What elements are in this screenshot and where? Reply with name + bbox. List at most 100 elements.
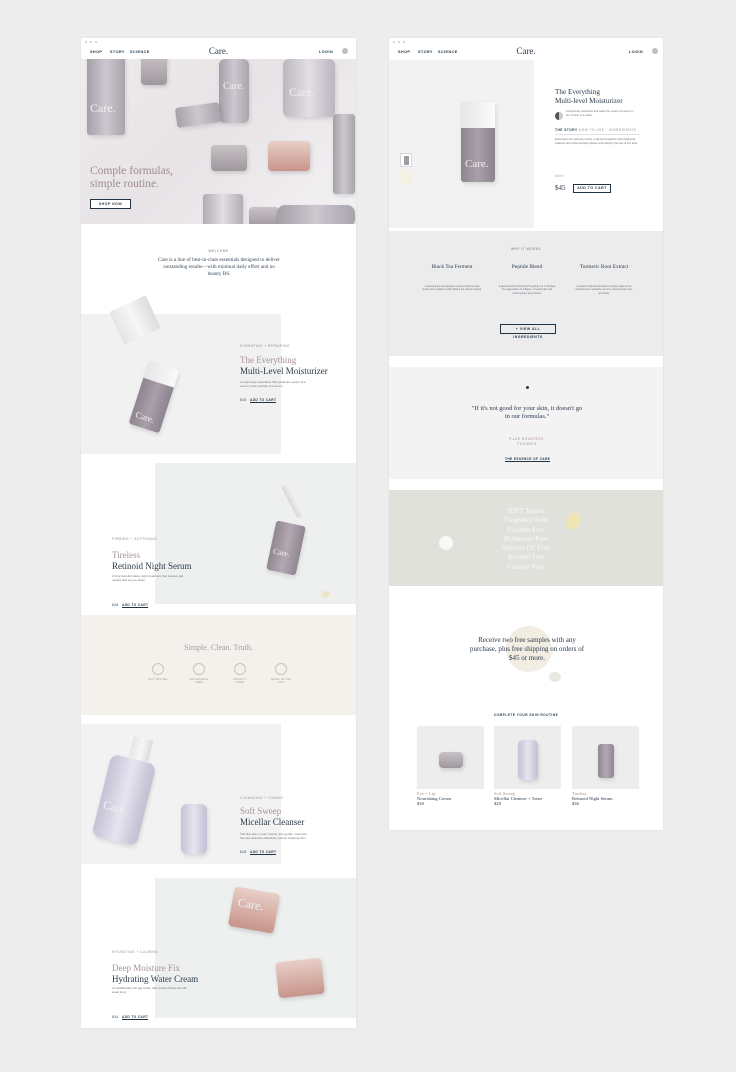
ingredient-name: Black Tea Ferment [431,264,473,270]
routine-card-image[interactable] [572,726,639,789]
dropper-bottle [174,102,222,128]
ingredient-desc: A powerful natural antioxidant to protec… [575,285,633,295]
ingredient-name: Turmeric Root Extract [579,264,629,270]
routine-title: COMPLETE YOUR SKIN ROUTINE [493,713,559,717]
window-dots [393,41,405,43]
welcome-section: WELCOME Care is a line of best-in-class … [81,224,356,312]
quote-icon [526,386,529,389]
ingredients-section: WHY IT WORKS Black Tea Ferment Peptide B… [389,231,663,356]
product-desc: An additionally rich gel cream that revi… [112,986,187,994]
samples-section: Receive two free samples with any purcha… [389,586,663,696]
quote-text: "If it's not good for your skin, it does… [471,405,583,420]
add-to-cart-link[interactable]: ADD TO CART [250,398,277,403]
made-in-usa-icon [275,663,287,675]
free-item: Alcohol Free [507,553,545,562]
top-nav: SHOP STORY SCIENCE Care. LOGIN [81,46,356,60]
nav-story[interactable]: STORY [110,50,125,54]
badge-label: CRUELTY FREE [232,678,247,684]
detail-title: The Everything Multi-level Moisturizer [555,88,623,105]
nav-login[interactable]: LOGIN [319,50,333,54]
logo[interactable]: Care. [516,46,535,56]
nav-shop[interactable]: SHOP [90,50,102,54]
cart-icon[interactable] [342,48,348,54]
nav-science[interactable]: SCIENCE [130,50,150,54]
routine-section: COMPLETE YOUR SKIN ROUTINE Eye + Lip Nour… [389,700,663,830]
badge-label: NOT TESTED [148,678,168,681]
product-page-mockup: SHOP STORY SCIENCE Care. LOGIN Care. The… [389,38,663,830]
detail-price: $45 [555,184,566,192]
cleanser-bottle-small [181,804,207,854]
tab-how-to-use[interactable]: HOW TO USE [579,128,604,132]
nav-shop[interactable]: SHOP [398,50,410,54]
product-kicker: HYDRATING + REPAIRING [240,344,290,348]
cart-icon[interactable] [652,48,658,54]
nav-science[interactable]: SCIENCE [438,50,458,54]
product-title: Deep Moisture Fix Hydrating Water Cream [112,963,199,984]
routine-card-image[interactable] [417,726,484,789]
nav-story[interactable]: STORY [418,50,433,54]
product-price: $28 [240,850,247,854]
ingredient-desc: A natural grade fermentation of sweet bl… [422,285,482,292]
routine-card-image[interactable] [494,726,561,789]
free-item: RIPT Tested [508,507,544,515]
cruelty-free-icon [234,663,246,675]
essence-link[interactable]: THE ESSENCE OF CARE [505,457,551,462]
values-title: Simple. Clean. Truth. [184,643,253,652]
product-kicker: FIRMING + SOFTENING [112,537,158,541]
product-desc: A truly transformative night treatment t… [112,574,184,582]
hero-section: Care. Care. Care. Comple formulas, simpl… [81,59,356,224]
product-jar [249,207,279,224]
add-to-cart-link[interactable]: ADD TO CART [250,850,277,855]
welcome-kicker: WELCOME [208,249,229,253]
shop-now-button[interactable]: SHOP NOW [90,199,131,209]
product-desc: The first step in your routine, this gen… [240,832,307,840]
detail-tagline: A supremely restorative that packs the p… [566,110,634,117]
fragrance-free-icon [193,663,205,675]
product-title: Tireless Retinoid Night Serum [112,550,192,571]
hero-title: Comple formulas, simple routine. [90,165,174,190]
size-icon [555,112,563,120]
quote-author: PILAR BOUNTERS, FOUNDER [508,437,546,446]
product-moisturizer: Care. HYDRATING + REPAIRING The Everythi… [81,295,356,455]
tab-story[interactable]: THE STORY [555,128,578,132]
product-bottle: Care. [87,59,125,135]
add-to-cart-link[interactable]: ADD TO CART [122,603,149,608]
product-price: $45 [240,398,247,402]
welcome-text: Care is a line of best-in-class essentia… [157,257,280,278]
window-dots [85,41,97,43]
water-cream-jar: Care. [227,886,281,934]
free-from-list: RIPT Tested Fragrance Free Paraben Free … [389,507,663,572]
homepage-mockup: SHOP STORY SCIENCE Care. LOGIN Care. Car… [81,38,356,1028]
top-nav: SHOP STORY SCIENCE Care. LOGIN [389,46,663,60]
view-ingredients-button[interactable]: + VIEW ALL INGREDIENTS [500,324,556,339]
thumbnail-2[interactable] [400,170,412,184]
logo[interactable]: Care. [209,46,228,56]
product-bottle: Care. [219,59,249,123]
product-bottle [203,194,243,224]
size-label: 50ml [555,174,564,178]
not-tested-icon [152,663,164,675]
moisturizer-bottle: Care. [461,102,495,182]
product-jar [211,145,247,171]
add-to-cart-button[interactable]: ADD TO CART [573,184,611,193]
free-from-section: RIPT Tested Fragrance Free Paraben Free … [389,490,663,586]
badge-label: FRAGRANCE FREE [189,678,209,684]
product-kicker: HYDRATING + CALMING [112,950,159,954]
nav-login[interactable]: LOGIN [629,50,643,54]
routine-item: Eye + Lip Nourishing Cream $30 [417,791,452,807]
add-to-cart-link[interactable]: ADD TO CART [122,1015,149,1020]
product-cleanser: Care. CLEANSING + TONING Soft Sweep Micel… [81,724,356,866]
thumbnail-1[interactable] [400,153,412,167]
ingredient-name: Peptide Blend [511,264,543,270]
product-bottle [333,114,355,194]
product-title: The Everything Multi-Level Moisturizer [240,355,328,376]
badge-label: MADE IN THE USA [271,678,291,684]
free-item: Mineral Oil Free [501,544,551,553]
product-jar [268,141,310,171]
tab-ingredients[interactable]: INGREDIENTS [609,128,636,132]
tab-divider [555,134,640,135]
values-section: Simple. Clean. Truth. NOT TESTED FRAGRAN… [81,615,356,715]
sample-jar [549,672,561,682]
serum-drop [321,591,330,598]
product-water-cream: Care. HYDRATING + CALMING Deep Moisture … [81,866,356,1028]
